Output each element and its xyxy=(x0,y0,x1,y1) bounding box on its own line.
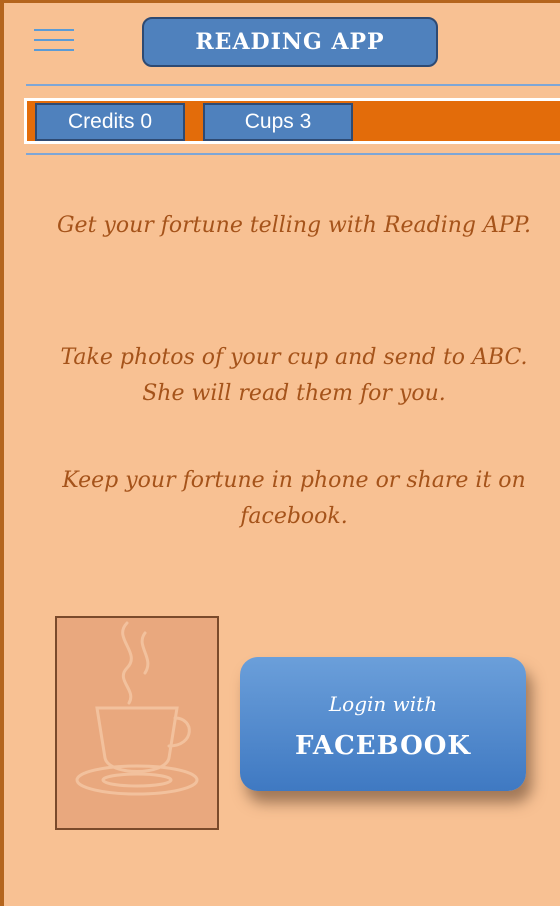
stats-bar: Credits 0 Cups 3 xyxy=(24,98,560,144)
hamburger-menu-icon[interactable] xyxy=(34,29,74,51)
intro-paragraph-2: Take photos of your cup and send to ABC.… xyxy=(60,345,528,406)
header-divider xyxy=(26,84,560,86)
facebook-label: FACEBOOK xyxy=(295,731,471,761)
intro-paragraph-1: Get your fortune telling with Reading AP… xyxy=(56,213,532,238)
facebook-login-button[interactable]: Login with FACEBOOK xyxy=(240,657,526,791)
cup-photo-thumbnail[interactable] xyxy=(55,616,219,830)
intro-paragraph-3: Keep your fortune in phone or share it o… xyxy=(62,468,526,529)
login-with-label: Login with xyxy=(328,692,438,716)
app-title: READING APP xyxy=(142,17,438,67)
stats-divider xyxy=(26,153,560,155)
credits-badge[interactable]: Credits 0 xyxy=(35,103,185,141)
coffee-cup-icon xyxy=(75,621,199,796)
cups-badge[interactable]: Cups 3 xyxy=(203,103,353,141)
app-screen: READING APP Credits 0 Cups 3 Get your fo… xyxy=(0,0,560,906)
